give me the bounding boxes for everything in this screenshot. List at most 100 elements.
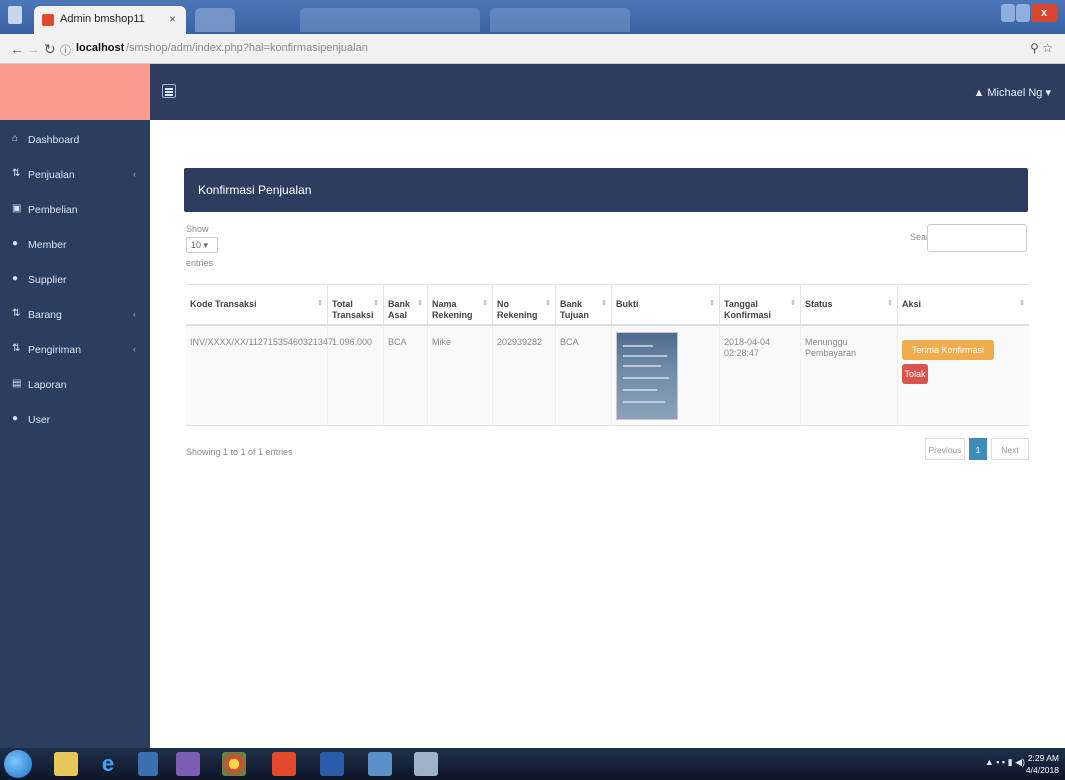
sidebar-toggle-button[interactable] bbox=[162, 84, 176, 98]
sidebar: ⌂ Dashboard ⇅ Penjualan ‹ ▣ Pembelian ● Member ● S… bbox=[0, 120, 150, 748]
sort-icon[interactable]: ⇕ bbox=[790, 299, 796, 307]
column-header[interactable]: Bank Tujuan ⇕ bbox=[556, 285, 612, 325]
sidebar-item-label: Penjualan bbox=[28, 169, 75, 181]
reload-icon[interactable]: ↻ bbox=[44, 41, 56, 58]
browser-tab-inactive[interactable] bbox=[300, 8, 480, 32]
column-header-label: Bukti bbox=[616, 299, 639, 309]
url-path: /smshop/adm/index.php?hal=konfirmasipenj… bbox=[126, 42, 368, 54]
column-header[interactable]: Tanggal Konfirmasi ⇕ bbox=[720, 285, 801, 325]
sort-icon[interactable]: ⇕ bbox=[709, 299, 715, 307]
back-arrow-icon[interactable]: ← bbox=[10, 41, 24, 57]
next-page-button[interactable]: Next bbox=[991, 438, 1029, 460]
app-icon[interactable] bbox=[368, 752, 392, 776]
sort-icon[interactable]: ⇕ bbox=[317, 299, 323, 307]
column-header-label: Status bbox=[805, 299, 833, 309]
sort-icon[interactable]: ⇕ bbox=[482, 299, 488, 307]
sidebar-item-barang[interactable]: ⇅ Barang ‹ bbox=[0, 299, 150, 333]
sidebar-item-label: Pengiriman bbox=[28, 344, 82, 356]
column-header-label: Tanggal Konfirmasi bbox=[724, 299, 772, 320]
column-header[interactable]: Nama Rekening ⇕ bbox=[428, 285, 493, 325]
search-input[interactable] bbox=[927, 224, 1027, 252]
chevron-left-icon: ‹ bbox=[133, 344, 136, 354]
transfer-icon: ⇅ bbox=[12, 308, 21, 319]
sort-icon[interactable]: ⇕ bbox=[373, 299, 379, 307]
new-tab-button[interactable] bbox=[195, 8, 235, 32]
sort-icon[interactable]: ⇕ bbox=[601, 299, 607, 307]
user-menu[interactable]: ▲ Michael Ng ▾ bbox=[973, 86, 1051, 99]
column-header[interactable]: Total Transaksi ⇕ bbox=[328, 285, 384, 325]
accept-confirmation-button[interactable]: Terima Konfirmasi bbox=[902, 340, 994, 360]
browser-tab-active[interactable]: Admin bmshop11 × bbox=[34, 6, 186, 34]
panel-header: Konfirmasi Penjualan bbox=[184, 168, 1028, 212]
window-menu-icon[interactable] bbox=[8, 6, 22, 24]
maximize-button[interactable] bbox=[1016, 4, 1030, 22]
cell-kode: INV/XXXX/XX/11271535460321347 bbox=[186, 326, 333, 426]
cell-nama-rekening: Mike bbox=[428, 326, 493, 426]
page-1-button[interactable]: 1 bbox=[969, 438, 987, 460]
chevron-left-icon: ‹ bbox=[133, 169, 136, 179]
sidebar-item-supplier[interactable]: ● Supplier bbox=[0, 264, 150, 298]
sort-icon[interactable]: ⇕ bbox=[417, 299, 423, 307]
column-header[interactable]: Aksi ⇕ bbox=[898, 285, 1029, 325]
column-header[interactable]: Bukti ⇕ bbox=[612, 285, 720, 325]
system-tray[interactable]: ▲ ▪ ▪ ▮ ◀) bbox=[985, 757, 1025, 768]
table-header: Kode Transaksi ⇕ Total Transaksi ⇕ Bank Asal… bbox=[186, 284, 1029, 326]
transfer-icon: ⇅ bbox=[12, 343, 21, 354]
entries-per-page-select[interactable]: 10 ▾ bbox=[186, 237, 218, 253]
visual-studio-icon[interactable] bbox=[176, 752, 200, 776]
sidebar-item-penjualan[interactable]: ⇅ Penjualan ‹ bbox=[0, 159, 150, 193]
sidebar-item-dashboard[interactable]: ⌂ Dashboard bbox=[0, 124, 150, 158]
sort-icon[interactable]: ⇕ bbox=[887, 299, 893, 307]
sidebar-item-member[interactable]: ● Member bbox=[0, 229, 150, 263]
tab-close-icon[interactable]: × bbox=[169, 12, 176, 26]
close-window-button[interactable]: x bbox=[1031, 4, 1057, 22]
column-header-label: Bank Tujuan bbox=[560, 299, 589, 320]
sidebar-item-user[interactable]: ● User bbox=[0, 404, 150, 438]
column-header-label: Kode Transaksi bbox=[190, 299, 257, 309]
user-icon: ● bbox=[12, 413, 19, 424]
sidebar-item-laporan[interactable]: ▤ Laporan bbox=[0, 369, 150, 403]
reject-button[interactable]: Tolak bbox=[902, 364, 928, 384]
column-header-label: Nama Rekening bbox=[432, 299, 473, 320]
previous-page-button[interactable]: Previous bbox=[925, 438, 965, 460]
clock[interactable]: 2:29 AM 4/4/2018 bbox=[1025, 752, 1059, 776]
info-icon[interactable]: ⓘ bbox=[60, 42, 71, 58]
column-header-label: Aksi bbox=[902, 299, 922, 309]
start-button[interactable] bbox=[4, 750, 32, 778]
sort-icon[interactable]: ⇕ bbox=[545, 299, 551, 307]
media-player-icon[interactable] bbox=[138, 752, 158, 776]
sort-icon[interactable]: ⇕ bbox=[1019, 299, 1025, 307]
clock-date: 4/4/2018 bbox=[1025, 765, 1059, 775]
show-label: Show bbox=[186, 224, 209, 234]
bookmark-star-icon[interactable]: ⚲ ☆ bbox=[1030, 41, 1053, 55]
user-icon: ▲ bbox=[973, 87, 988, 99]
pagination: Previous 1 Next bbox=[925, 438, 1029, 460]
chrome-icon[interactable] bbox=[222, 752, 246, 776]
users-icon: ● bbox=[12, 238, 19, 249]
url-input[interactable]: ⓘ localhost /smshop/adm/index.php?hal=ko… bbox=[60, 38, 995, 60]
column-header[interactable]: Kode Transaksi ⇕ bbox=[186, 285, 328, 325]
cell-tanggal: 2018-04-04 02:28:47 bbox=[720, 326, 801, 426]
app-icon[interactable] bbox=[272, 752, 296, 776]
table-row: INV/XXXX/XX/11271535460321347 1.096.000 … bbox=[186, 326, 1029, 426]
entries-label: entries bbox=[186, 258, 214, 268]
minimize-button[interactable] bbox=[1001, 4, 1015, 22]
word-icon[interactable] bbox=[320, 752, 344, 776]
cell-status: Menunggu Pembayaran bbox=[801, 326, 898, 426]
column-header[interactable]: Bank Asal ⇕ bbox=[384, 285, 428, 325]
payment-proof-image[interactable] bbox=[616, 332, 678, 420]
sidebar-item-pembelian[interactable]: ▣ Pembelian bbox=[0, 194, 150, 228]
file-explorer-icon[interactable] bbox=[54, 752, 78, 776]
column-header-label: No Rekening bbox=[497, 299, 538, 320]
cell-bank-tujuan: BCA bbox=[556, 326, 612, 426]
forward-arrow-icon[interactable]: → bbox=[26, 41, 40, 57]
sidebar-item-pengiriman[interactable]: ⇅ Pengiriman ‹ bbox=[0, 334, 150, 368]
cell-bukti bbox=[612, 326, 720, 426]
table-info: Showing 1 to 1 of 1 entries bbox=[186, 447, 293, 457]
column-header[interactable]: No Rekening ⇕ bbox=[493, 285, 556, 325]
browser-tab-inactive[interactable] bbox=[490, 8, 630, 32]
column-header[interactable]: Status ⇕ bbox=[801, 285, 898, 325]
window-controls: x bbox=[1001, 4, 1057, 22]
app-icon[interactable] bbox=[414, 752, 438, 776]
internet-explorer-icon[interactable]: e bbox=[96, 752, 120, 776]
